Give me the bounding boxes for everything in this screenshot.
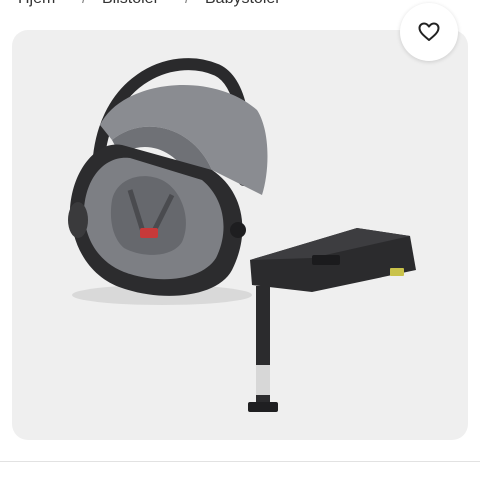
breadcrumb-baby-seats: Babystoler: [205, 0, 281, 8]
product-image-card[interactable]: [12, 30, 468, 440]
product-image: [68, 58, 416, 412]
breadcrumb: Hjem / Bilstoler / Babystoler: [0, 0, 480, 10]
favorite-button[interactable]: [400, 3, 458, 61]
breadcrumb-home[interactable]: Hjem: [18, 0, 55, 8]
breadcrumb-car-seats[interactable]: Bilstoler: [102, 0, 159, 8]
breadcrumb-separator: /: [82, 0, 86, 8]
breadcrumb-separator: /: [185, 0, 189, 8]
product-info-bar: [0, 462, 480, 480]
heart-icon: [418, 22, 440, 41]
